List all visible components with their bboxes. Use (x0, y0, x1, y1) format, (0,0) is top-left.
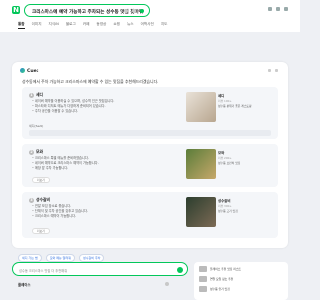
header-right-icons (268, 7, 288, 11)
side-thumbnail (199, 276, 207, 282)
followup-input[interactable]: 성수동 크리스마스 맛집 더 추천해줘 (12, 262, 188, 276)
search-icon[interactable] (140, 8, 144, 13)
tab-dictionary[interactable]: 어학사전 (141, 22, 154, 29)
profile-icon[interactable] (284, 7, 288, 11)
clear-icon[interactable] (124, 8, 128, 13)
shop-reviews: 리뷰 200+ (218, 156, 232, 160)
shop-reviews: 리뷰 100+ (218, 99, 232, 103)
tab-all[interactable]: 통합 (18, 22, 25, 29)
result-card: 1세디 네이버 예약을 이용하실 수 있으며, 성수역 인근 맛집입니다. 파스… (22, 87, 278, 139)
card-number: 3 (29, 197, 34, 203)
side-item-label: 연말 모임 장소 추천 (210, 277, 234, 281)
shop-info[interactable]: 세디 리뷰 100+ 성수동 분위기 좋은 레스토랑 (218, 93, 270, 108)
card-number: 1 (29, 92, 34, 98)
card-subtitle: 세디(Sedi) (29, 124, 44, 128)
bullet: 크리스마스 예약이 가능합니다. (32, 214, 88, 219)
send-icon[interactable] (177, 266, 183, 273)
tab-map[interactable]: 지도 (161, 22, 168, 29)
tab-images[interactable]: 이미지 (32, 22, 42, 29)
card-title-text[interactable]: 모와 (36, 149, 43, 154)
tab-kin[interactable]: 지식iN (49, 22, 59, 29)
tab-video[interactable]: 동영상 (96, 22, 106, 29)
shop-name[interactable]: 성수갈비 (218, 198, 270, 203)
header: N 크리스마스에 예약 가능하고 주차되는 성수동 맛집 찾아줘 통합 이미지 … (0, 0, 300, 32)
cue-label: Cue: (27, 69, 39, 74)
tab-news[interactable]: 뉴스 (127, 22, 134, 29)
cue-header: Cue: (20, 68, 39, 74)
restaurant-thumbnail[interactable] (186, 92, 216, 122)
shop-desc: 성수동 브런치 맛집 (218, 161, 241, 165)
more-button[interactable]: 더보기 (32, 228, 50, 234)
search-box[interactable]: 크리스마스에 예약 가능하고 주차되는 성수동 맛집 찾아줘 (24, 4, 150, 17)
followup-placeholder: 성수동 크리스마스 맛집 더 추천해줘 (19, 268, 68, 273)
side-thumbnail (199, 286, 207, 292)
section-tools (165, 282, 169, 286)
search-actions (124, 8, 144, 13)
tab-blog[interactable]: 블로그 (66, 22, 76, 29)
side-panel: 플레이스 추천 맛집 리스트 연말 모임 장소 추천 성수동 인기 맛집 (194, 262, 288, 300)
cue-tools (268, 69, 278, 72)
cue-answer-panel: Cue: 성수동에서 주차 가능하고 크리스마스에 예약할 수 있는 맛집을 추… (12, 62, 288, 248)
card-title: 3 성수갈비 (29, 197, 50, 203)
card-bullets: 연말 모임 장소로 좋습니다. 단체석 및 주차 공간을 갖추고 있습니다. 크… (32, 204, 88, 219)
search-tabs: 통합 이미지 지식iN 블로그 카페 동영상 쇼핑 뉴스 어학사전 지도 (18, 22, 167, 29)
bullet: 매장 앞 주차 가능합니다. (32, 166, 99, 171)
side-item[interactable]: 연말 모임 장소 추천 (199, 276, 233, 282)
card-number: 2 (29, 149, 34, 155)
side-item-label: 플레이스 추천 맛집 리스트 (210, 267, 241, 271)
shop-desc: 성수동 고기 맛집 (218, 209, 238, 213)
restaurant-thumbnail[interactable] (186, 149, 216, 179)
more-icon[interactable] (165, 282, 169, 286)
menu-icon[interactable] (276, 7, 280, 11)
keyboard-icon[interactable] (132, 8, 136, 13)
side-item[interactable]: 성수동 인기 맛집 (199, 286, 230, 292)
more-button[interactable]: 더보기 (32, 177, 50, 183)
shop-desc: 성수동 분위기 좋은 레스토랑 (218, 104, 252, 108)
shop-name[interactable]: 세디 (218, 93, 270, 98)
naver-logo[interactable]: N (12, 6, 20, 14)
share-icon[interactable] (268, 69, 271, 72)
cue-logo-icon (20, 68, 25, 73)
shop-info[interactable]: 성수갈비 리뷰 300+ 성수동 고기 맛집 (218, 198, 270, 213)
tab-shopping[interactable]: 쇼핑 (113, 22, 120, 29)
notification-icon[interactable] (268, 7, 272, 11)
side-thumbnail (199, 266, 207, 272)
shop-info[interactable]: 모와 리뷰 200+ 성수동 브런치 맛집 (218, 150, 270, 165)
place-section-title: 플레이스 (18, 283, 31, 287)
shop-name[interactable]: 모와 (218, 150, 270, 155)
cue-intro: 성수동에서 주차 가능하고 크리스마스에 예약할 수 있는 맛집을 추천해드리겠… (22, 79, 159, 84)
restaurant-thumbnail[interactable] (186, 197, 216, 227)
side-item[interactable]: 플레이스 추천 맛집 리스트 (199, 266, 241, 272)
result-card: 3성수갈비 연말 모임 장소로 좋습니다. 단체석 및 주차 공간을 갖추고 있… (22, 192, 278, 238)
card-title-text[interactable]: 세디 (36, 92, 43, 97)
bullet: 주차 공간을 이용할 수 있습니다. (32, 109, 114, 114)
shop-reviews: 리뷰 300+ (218, 204, 232, 208)
info-strip (29, 130, 271, 136)
more-icon[interactable] (275, 69, 278, 72)
result-card: 2모와 크리스마스 특별 메뉴를 준비하였습니다. 네이버 예약으로 크리스마스… (22, 144, 278, 187)
card-title: 2 모와 (29, 149, 43, 155)
card-title-text[interactable]: 성수갈비 (36, 197, 50, 202)
card-bullets: 네이버 예약을 이용하실 수 있으며, 성수역 인근 맛집입니다. 파스타와 디… (32, 99, 115, 114)
tab-cafe[interactable]: 카페 (83, 22, 90, 29)
card-title: 1 세디 (29, 92, 43, 98)
card-bullets: 크리스마스 특별 메뉴를 준비하였습니다. 네이버 예약으로 크리스마스 예약이… (32, 156, 99, 171)
side-item-label: 성수동 인기 맛집 (210, 287, 230, 291)
